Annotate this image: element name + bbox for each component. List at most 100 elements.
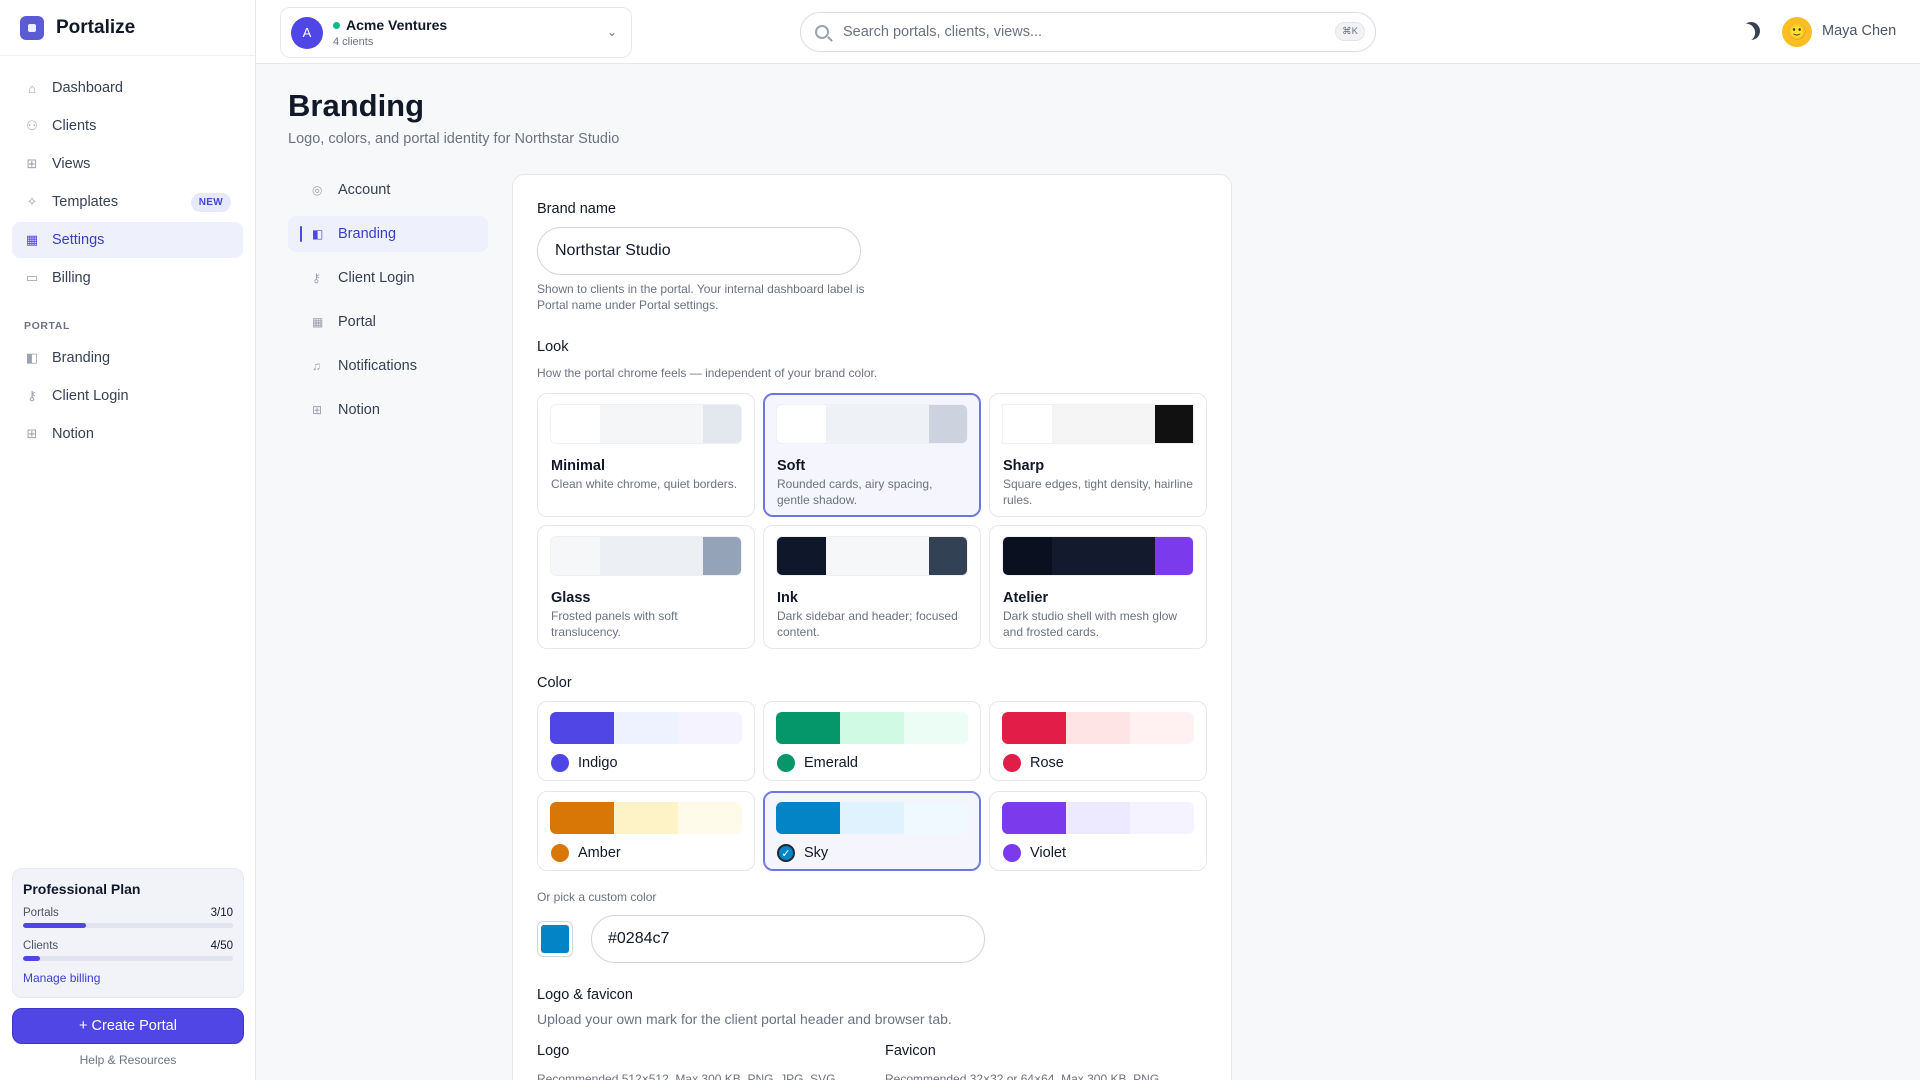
swatch-part <box>777 537 827 575</box>
color-dot-icon <box>777 754 795 772</box>
search-shortcut-badge: ⌘K <box>1335 22 1365 41</box>
strip-part <box>776 802 840 834</box>
key-icon: ⚷ <box>27 388 37 403</box>
swatch-part <box>703 405 741 443</box>
subnav-item-account[interactable]: ◎ Account <box>288 172 488 208</box>
strip-part <box>840 802 904 834</box>
color-option-violet[interactable]: Violet <box>989 791 1207 871</box>
look-option-minimal[interactable]: Minimal Clean white chrome, quiet border… <box>537 393 755 517</box>
workspace-switcher[interactable]: A Acme Ventures 4 clients ⌄ <box>280 7 632 58</box>
color-dot-icon <box>551 754 569 772</box>
subnav-item-branding[interactable]: ◧ Branding <box>288 216 488 252</box>
strip-part <box>904 712 968 744</box>
portalize-logo-icon <box>20 15 44 40</box>
color-option-indigo[interactable]: Indigo <box>537 701 755 781</box>
look-preview-swatch <box>1002 536 1194 576</box>
color-option-emerald[interactable]: Emerald <box>763 701 981 781</box>
subnav-item-portal[interactable]: ▦ Portal <box>288 304 488 340</box>
sidebar-item-views[interactable]: ⊞ Views <box>12 146 243 182</box>
sidebar-item-client-login[interactable]: ⚷ Client Login <box>12 378 243 414</box>
user-name[interactable]: Maya Chen <box>1822 23 1896 39</box>
subnav-item-label: Account <box>338 182 391 198</box>
subnav-item-label: Notion <box>338 402 380 418</box>
workspace-name-row: Acme Ventures <box>333 17 447 33</box>
look-option-soft[interactable]: Soft Rounded cards, airy spacing, gentle… <box>763 393 981 517</box>
strip-part <box>840 712 904 744</box>
sidebar-item-label: Views <box>52 156 91 172</box>
clients-usage-fill <box>23 956 40 961</box>
sidebar-item-billing[interactable]: ▭ Billing <box>12 260 243 296</box>
color-name: Violet <box>1030 845 1067 861</box>
look-option-glass[interactable]: Glass Frosted panels with soft transluce… <box>537 525 755 649</box>
strip-part <box>678 802 742 834</box>
color-name: Rose <box>1030 755 1064 771</box>
look-name: Sharp <box>1003 458 1045 474</box>
look-description: Clean white chrome, quiet borders. <box>551 477 738 491</box>
strip-part <box>1066 802 1130 834</box>
swatch-part <box>551 405 601 443</box>
subnav-item-label: Portal <box>338 314 376 330</box>
strip-part <box>550 802 614 834</box>
chevron-down-icon: ⌄ <box>606 25 617 39</box>
look-preview-swatch <box>776 404 968 444</box>
search-input[interactable] <box>843 24 1323 40</box>
custom-color-swatch <box>541 925 569 953</box>
sidebar: Portalize ⌂ Dashboard ⚇ Clients ⊞ Views … <box>0 0 256 1080</box>
logo-section-label: Logo & favicon <box>537 987 633 1003</box>
color-preview-strip <box>550 802 742 834</box>
manage-billing-link[interactable]: Manage billing <box>23 971 233 985</box>
swatch-part <box>600 405 704 443</box>
plan-title: Professional Plan <box>23 881 141 897</box>
look-description: Dark sidebar and header; focused content… <box>777 609 958 639</box>
color-option-sky[interactable]: ✓ Sky <box>763 791 981 871</box>
sidebar-item-settings[interactable]: ▦ Settings <box>12 222 243 258</box>
search-bar[interactable]: ⌘K <box>800 12 1376 52</box>
grid-icon: ⊞ <box>26 156 38 171</box>
look-option-atelier[interactable]: Atelier Dark studio shell with mesh glow… <box>989 525 1207 649</box>
sidebar-item-clients[interactable]: ⚇ Clients <box>12 108 243 144</box>
look-option-ink[interactable]: Ink Dark sidebar and header; focused con… <box>763 525 981 649</box>
check-icon: ✓ <box>777 844 795 862</box>
look-preview-swatch <box>1002 404 1194 444</box>
subnav-item-notion[interactable]: ⊞ Notion <box>288 392 488 428</box>
strip-part <box>1002 802 1066 834</box>
sidebar-item-templates[interactable]: ✧ Templates NEW <box>12 184 243 220</box>
color-option-amber[interactable]: Amber <box>537 791 755 871</box>
strip-part <box>614 712 678 744</box>
subnav-item-client-login[interactable]: ⚷ Client Login <box>288 260 488 296</box>
swatch-part <box>551 537 601 575</box>
status-dot-icon <box>333 21 340 29</box>
brand-header[interactable]: Portalize <box>0 0 255 56</box>
subnav-item-notifications[interactable]: ♫ Notifications <box>288 348 488 384</box>
users-icon: ⚇ <box>26 118 38 133</box>
favicon-help: Recommended 32×32 or 64×64. Max 300 KB. … <box>885 1072 1163 1080</box>
building-icon: ▦ <box>312 315 324 329</box>
color-label: Color <box>537 675 572 691</box>
sidebar-item-branding[interactable]: ◧ Branding <box>12 340 243 376</box>
moon-icon[interactable] <box>1739 19 1764 44</box>
color-preview-strip <box>776 802 968 834</box>
look-preview-swatch <box>550 404 742 444</box>
create-portal-button[interactable]: + Create Portal <box>12 1008 244 1044</box>
help-resources-link[interactable]: Help & Resources <box>0 1053 256 1067</box>
swatch-part <box>1052 537 1156 575</box>
color-name: Indigo <box>578 755 618 771</box>
palette-icon: ◧ <box>312 227 324 241</box>
strip-part <box>1130 802 1194 834</box>
brand-name-input[interactable]: Northstar Studio <box>537 227 861 275</box>
portal-nav: ◧ Branding ⚷ Client Login ⊞ Notion <box>0 340 255 452</box>
color-option-rose[interactable]: Rose <box>989 701 1207 781</box>
avatar[interactable]: 🙂 <box>1782 17 1812 47</box>
sidebar-item-dashboard[interactable]: ⌂ Dashboard <box>12 70 243 106</box>
hex-color-input[interactable]: #0284c7 <box>591 915 985 963</box>
color-preview-strip <box>1002 802 1194 834</box>
look-option-sharp[interactable]: Sharp Square edges, tight density, hairl… <box>989 393 1207 517</box>
look-description: Dark studio shell with mesh glow and fro… <box>1003 609 1178 639</box>
sidebar-item-label: Settings <box>52 232 105 248</box>
custom-color-picker[interactable] <box>537 921 573 957</box>
look-help: How the portal chrome feels — independen… <box>537 366 878 380</box>
swatch-part <box>777 405 827 443</box>
sidebar-item-notion[interactable]: ⊞ Notion <box>12 416 243 452</box>
strip-part <box>776 712 840 744</box>
strip-part <box>904 802 968 834</box>
